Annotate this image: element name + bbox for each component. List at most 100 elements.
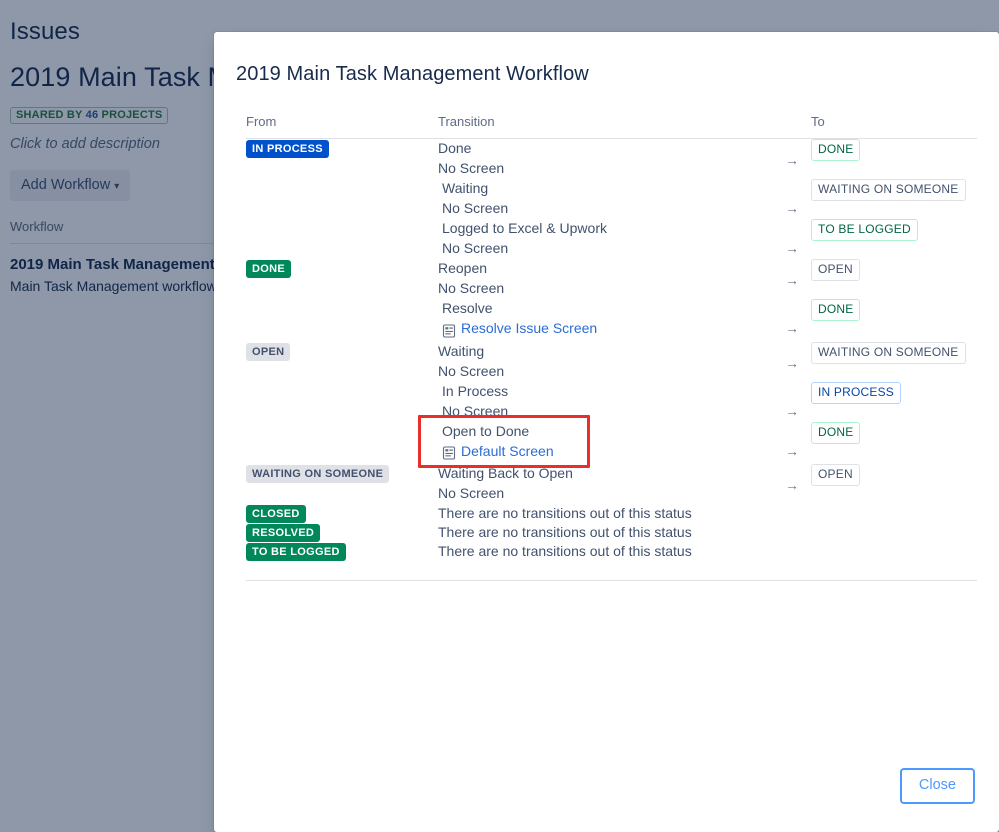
transition-screen-row: Default Screen: [438, 441, 773, 465]
no-transitions-text: There are no transitions out of this sta…: [438, 505, 692, 521]
transition-screen-label: Resolve Issue Screen: [461, 320, 598, 336]
to-status-cell: DONE: [811, 299, 977, 342]
transition-screen-label: No Screen: [442, 402, 509, 419]
arrow-icon: →: [785, 200, 799, 216]
dialog-title: 2019 Main Task Management Workflow: [236, 63, 589, 85]
table-row: WAITING ON SOMEONE Waiting Back to Open No…: [246, 464, 977, 504]
no-transitions-cell: There are no transitions out of this sta…: [438, 542, 977, 561]
from-status-cell: [246, 382, 438, 422]
status-badge: CLOSED: [246, 505, 306, 523]
status-badge: WAITING ON SOMEONE: [811, 341, 966, 364]
table-row: In Process No Screen → IN PROCESS: [246, 381, 977, 422]
table-row: TO BE LOGGED There are no transitions out…: [246, 542, 977, 561]
arrow-icon: →: [785, 442, 799, 459]
status-badge: WAITING ON SOMEONE: [811, 179, 966, 201]
transition-cell: Done No Screen: [438, 139, 773, 180]
to-status-cell: DONE: [811, 421, 977, 465]
transition-cell: Resolve Resolve Issue Screen: [438, 299, 773, 342]
to-status-cell: IN PROCESS: [811, 381, 977, 422]
arrow-icon: →: [785, 477, 799, 493]
status-badge: WAITING ON SOMEONE: [246, 465, 390, 483]
screen-icon: [442, 445, 456, 460]
from-status-cell: IN PROCESS: [246, 139, 438, 180]
transition-screen-row: Resolve Issue Screen: [438, 318, 773, 342]
transition-screen-label: No Screen: [442, 200, 509, 216]
transition-name: Done: [438, 140, 472, 156]
transition-name: Waiting Back to Open: [438, 465, 573, 481]
status-badge: OPEN: [246, 342, 291, 361]
table-row: Open to Done Default Screen → DONE: [246, 414, 977, 468]
arrow-icon: →: [785, 152, 799, 168]
transition-cell: Waiting No Screen: [438, 179, 773, 219]
transition-cell: In Process No Screen: [438, 382, 773, 422]
transition-cell: Open to Done Default Screen: [418, 414, 773, 468]
status-badge: DONE: [811, 421, 861, 444]
table-row: Logged to Excel & Upwork No Screen → TO BE …: [246, 219, 977, 259]
status-badge: IN PROCESS: [811, 381, 902, 404]
screen-icon: [442, 323, 456, 338]
column-header-from: From: [246, 86, 438, 139]
table-row: Waiting No Screen → WAITING ON SOMEONE: [246, 179, 977, 219]
to-status-cell: OPEN: [811, 464, 977, 504]
status-badge: TO BE LOGGED: [246, 543, 346, 561]
from-status-cell: RESOLVED: [246, 523, 438, 542]
no-transitions-cell: There are no transitions out of this sta…: [438, 523, 977, 542]
workflow-transitions-table: From Transition To IN PROCESS Done No Scre…: [246, 86, 977, 561]
transition-name: Resolve: [442, 300, 493, 316]
from-status-cell: [246, 422, 438, 465]
table-row: Resolve Resolve Issue Screen → DONE: [246, 299, 977, 342]
no-transitions-text: There are no transitions out of this sta…: [438, 524, 692, 540]
to-status-cell: DONE: [811, 139, 977, 180]
transition-name: Reopen: [438, 260, 488, 276]
arrow-icon: →: [785, 240, 799, 256]
no-transitions-cell: There are no transitions out of this sta…: [438, 504, 977, 523]
column-header-to: To: [811, 86, 977, 139]
close-button[interactable]: Close: [899, 768, 975, 804]
table-row: CLOSED There are no transitions out of th…: [246, 504, 977, 523]
table-row: RESOLVED There are no transitions out of …: [246, 523, 977, 542]
transition-name: In Process: [442, 382, 509, 399]
from-status-cell: TO BE LOGGED: [246, 542, 438, 561]
arrow-icon: →: [785, 402, 799, 419]
table-header-row: From Transition To: [246, 86, 977, 139]
table-row: OPEN Waiting No Screen → WAITING ON SOMEONE: [246, 341, 977, 382]
transition-screen-label: No Screen: [438, 362, 505, 379]
body-divider: [246, 580, 977, 581]
dialog-body: From Transition To IN PROCESS Done No Scre…: [214, 86, 999, 740]
table-row: DONE Reopen No Screen → OPEN: [246, 259, 977, 299]
dialog-footer: Close: [214, 740, 999, 832]
transition-screen-label: No Screen: [438, 280, 505, 296]
from-status-cell: [246, 219, 438, 259]
transition-cell: Waiting Back to Open No Screen: [438, 464, 773, 504]
to-status-cell: WAITING ON SOMEONE: [811, 179, 977, 219]
from-status-cell: DONE: [246, 259, 438, 299]
transition-cell: Reopen No Screen: [438, 259, 773, 299]
transition-name: Open to Done: [442, 422, 530, 439]
status-badge: DONE: [811, 139, 861, 161]
transition-name: Waiting: [438, 342, 485, 359]
arrow-icon: →: [785, 272, 799, 288]
transition-screen-label: No Screen: [438, 160, 505, 176]
arrow-icon: →: [785, 354, 799, 371]
to-status-cell: WAITING ON SOMEONE: [811, 341, 977, 382]
transition-screen-link[interactable]: Resolve Issue Screen: [438, 318, 597, 339]
transition-name: Waiting: [442, 180, 489, 196]
to-status-cell: OPEN: [811, 259, 977, 299]
to-status-cell: TO BE LOGGED: [811, 219, 977, 259]
arrow-icon: →: [785, 320, 799, 336]
from-status-cell: WAITING ON SOMEONE: [246, 464, 438, 504]
from-status-cell: [246, 299, 438, 342]
status-badge: TO BE LOGGED: [811, 219, 918, 241]
transition-screen-label: No Screen: [442, 240, 509, 256]
table-row: IN PROCESS Done No Screen → DONE: [246, 139, 977, 180]
transition-screen-link[interactable]: Default Screen: [438, 441, 554, 462]
status-badge: IN PROCESS: [246, 140, 329, 158]
from-status-cell: CLOSED: [246, 504, 438, 523]
status-badge: DONE: [811, 299, 861, 321]
transition-cell: Logged to Excel & Upwork No Screen: [438, 219, 773, 259]
table-header: From Transition To: [246, 86, 977, 139]
column-header-arrow: [773, 86, 811, 139]
table-body: IN PROCESS Done No Screen → DONE Waiting No Sc…: [246, 139, 977, 561]
column-header-transition: Transition: [438, 86, 773, 139]
from-status-cell: [246, 179, 438, 219]
